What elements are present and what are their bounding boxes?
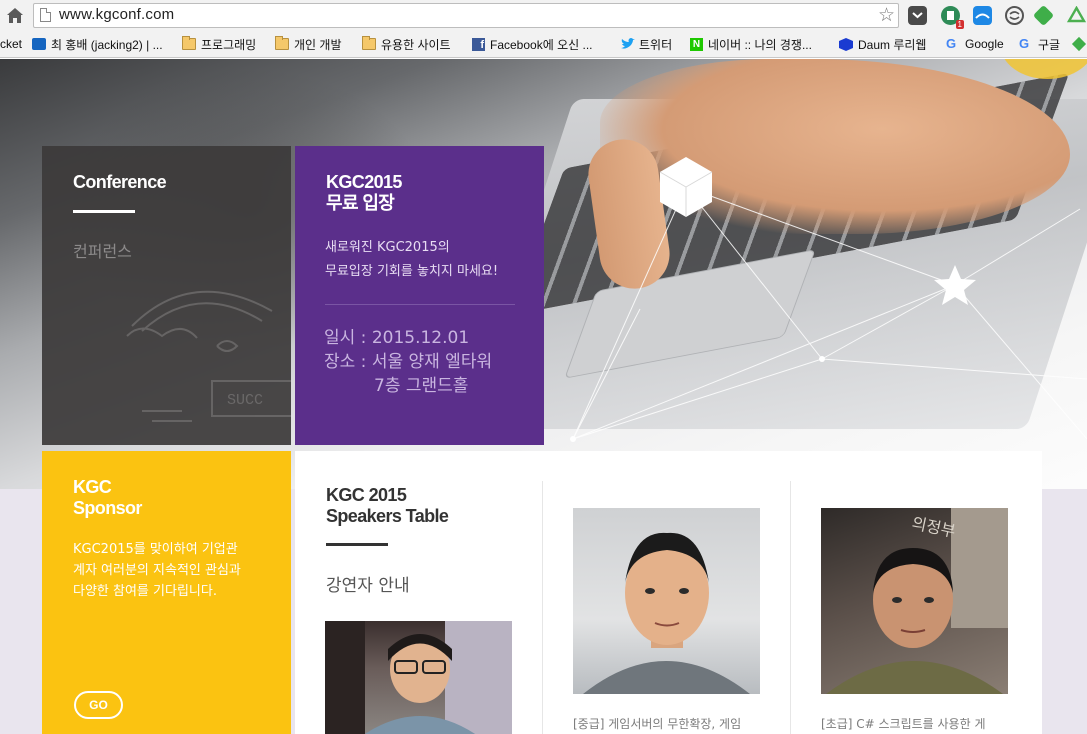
bookmark-label: 유용한 사이트 (381, 37, 451, 52)
column-divider (790, 481, 791, 734)
star-decoration-icon (934, 265, 976, 305)
gdrive-ext-icon[interactable] (1066, 5, 1087, 25)
svg-text:SUCC: SUCC (227, 392, 263, 409)
evernote-badge: 1 (955, 20, 964, 29)
title-underline (326, 543, 388, 546)
speakers-subtitle: 강연자 안내 (326, 576, 410, 596)
url-text[interactable]: www.kgconf.com (59, 6, 174, 23)
address-bar[interactable]: www.kgconf.com ☆ (33, 3, 899, 28)
conference-title: Conference (73, 172, 167, 192)
bookmark-daum-ruliweb[interactable]: Daum 루리웹 (839, 35, 926, 53)
speaker-caption[interactable]: [초급] C# 스크립트를 사용한 게 (821, 715, 986, 732)
sponsor-desc-line3: 다양한 참여를 기다립니다. (73, 584, 217, 599)
sponsor-description: KGC2015를 맞이하여 기업관 계자 여러분의 지속적인 관심과 다양한 참… (73, 539, 241, 602)
speaker-photo[interactable] (573, 508, 760, 694)
page-content: Conference 컨퍼런스 SUCC KGC2015 무료 입장 새로워진 … (0, 59, 1087, 734)
naver-icon: N (690, 37, 703, 51)
event-place-line2: 7층 그랜드홀 (374, 376, 469, 396)
title-underline (73, 210, 135, 213)
folder-icon (362, 36, 376, 50)
bookmark-label: 구글 (1038, 37, 1061, 52)
page-icon (40, 8, 51, 22)
chalk-doodle-image: SUCC (126, 290, 291, 422)
event-place-line1: 장소 : 서울 양재 엘타워 (324, 352, 493, 372)
facebook-icon: f (472, 37, 485, 51)
bookmark-label: Daum 루리웹 (858, 37, 927, 52)
drive-ext-icon[interactable] (973, 6, 992, 25)
sponsor-title-line1: KGC (73, 477, 112, 497)
speakers-intro-column: KGC 2015 Speakers Table 강연자 안내 (295, 451, 544, 734)
home-icon[interactable] (4, 4, 26, 26)
bookmark-label: 개인 개발 (294, 37, 342, 52)
speaker-photo[interactable] (325, 621, 512, 734)
bookmark-label: 트위터 (639, 37, 673, 52)
bookmark-jacking2[interactable]: 최 홍배 (jacking2) | ... (32, 35, 163, 53)
speakers-title-line2: Speakers Table (326, 506, 449, 526)
evernote-ext-icon[interactable]: 1 (941, 6, 964, 29)
trello-icon (32, 38, 46, 50)
divider (325, 304, 515, 305)
speaker-caption[interactable]: [중급] 게임서버의 무한확장, 게임 (573, 715, 741, 732)
free-title-line1: KGC2015 (326, 172, 402, 192)
svg-text:의정부: 의정부 (910, 513, 957, 541)
sponsor-card[interactable]: KGC Sponsor KGC2015를 맞이하여 기업관 계자 여러분의 지속… (42, 451, 291, 734)
sponsor-desc-line2: 계자 여러분의 지속적인 관심과 (73, 563, 241, 578)
event-info: 일시 : 2015.12.01 장소 : 서울 양재 엘타워 7층 그랜드홀 (324, 326, 492, 398)
bookmark-label: 프로그래밍 (201, 37, 257, 52)
tag-icon (1071, 36, 1087, 52)
bookmark-folder-programming[interactable]: 프로그래밍 (182, 35, 256, 53)
pocket-ext-icon[interactable] (908, 6, 927, 25)
conference-subtitle: 컨퍼런스 (73, 242, 132, 261)
free-description: 새로워진 KGC2015의 무료입장 기회를 놓치지 마세요! (325, 236, 498, 284)
conference-card[interactable]: Conference 컨퍼런스 SUCC (42, 146, 291, 445)
tag-ext-icon[interactable] (1032, 4, 1055, 27)
sponsor-go-button[interactable]: GO (74, 691, 123, 719)
google-icon: G (946, 36, 957, 51)
bookmark-folder-useful[interactable]: 유용한 사이트 (362, 35, 451, 53)
free-admission-card[interactable]: KGC2015 무료 입장 새로워진 KGC2015의 무료입장 기회를 놓치지… (295, 146, 544, 445)
speakers-title-line1: KGC 2015 (326, 485, 407, 505)
speakers-card: KGC 2015 Speakers Table 강연자 안내 [중급] 게임서버… (295, 451, 1042, 734)
speaker-item[interactable]: [중급] 게임서버의 무한확장, 게임 (544, 451, 793, 734)
bookmark-star-icon[interactable]: ☆ (878, 5, 895, 25)
google-icon: G (1019, 36, 1030, 51)
folder-icon (275, 36, 289, 50)
bookmark-google-kr[interactable]: G 구글 (1019, 35, 1060, 53)
bookmark-twitter[interactable]: 트위터 (620, 35, 672, 53)
speaker-item[interactable]: 의정부 [초급] C# 스크립트를 사용한 게 (792, 451, 1041, 734)
bookmark-naver[interactable]: N 네이버 :: 나의 경쟁... (690, 35, 812, 53)
twitter-icon (620, 38, 635, 50)
sponsor-title-line2: Sponsor (73, 498, 142, 518)
bookmark-overflow[interactable] (1071, 35, 1087, 53)
bookmarks-bar: cket 최 홍배 (jacking2) | ... 프로그래밍 개인 개발 유… (0, 31, 1087, 58)
sponsor-desc-line1: KGC2015를 맞이하여 기업관 (73, 542, 238, 557)
bookmark-label: 네이버 :: 나의 경쟁... (708, 37, 812, 52)
bookmark-label: cket (0, 37, 23, 51)
bookmark-facebook[interactable]: f Facebook에 오신 ... (472, 35, 593, 53)
bookmark-folder-personal[interactable]: 개인 개발 (275, 35, 342, 53)
column-divider (542, 481, 543, 734)
bookmark-google[interactable]: G Google (946, 35, 1004, 53)
bookmark-label: 최 홍배 (jacking2) | ... (51, 37, 163, 52)
bookmark-label: Google (965, 37, 1004, 51)
free-title-line2: 무료 입장 (326, 193, 395, 213)
free-desc-line2: 무료입장 기회를 놓치지 마세요! (325, 264, 499, 279)
browser-toolbar: www.kgconf.com ☆ 1 (0, 0, 1087, 31)
speaker-photo[interactable]: 의정부 (821, 508, 1008, 694)
ruliweb-icon (839, 38, 853, 51)
event-date: 일시 : 2015.12.01 (324, 328, 470, 348)
free-desc-line1: 새로워진 KGC2015의 (325, 240, 450, 255)
sync-ext-icon[interactable] (1005, 6, 1024, 25)
bookmark-label: Facebook에 오신 ... (490, 37, 593, 52)
bookmark-pocket[interactable]: cket (0, 35, 22, 53)
folder-icon (182, 36, 196, 50)
